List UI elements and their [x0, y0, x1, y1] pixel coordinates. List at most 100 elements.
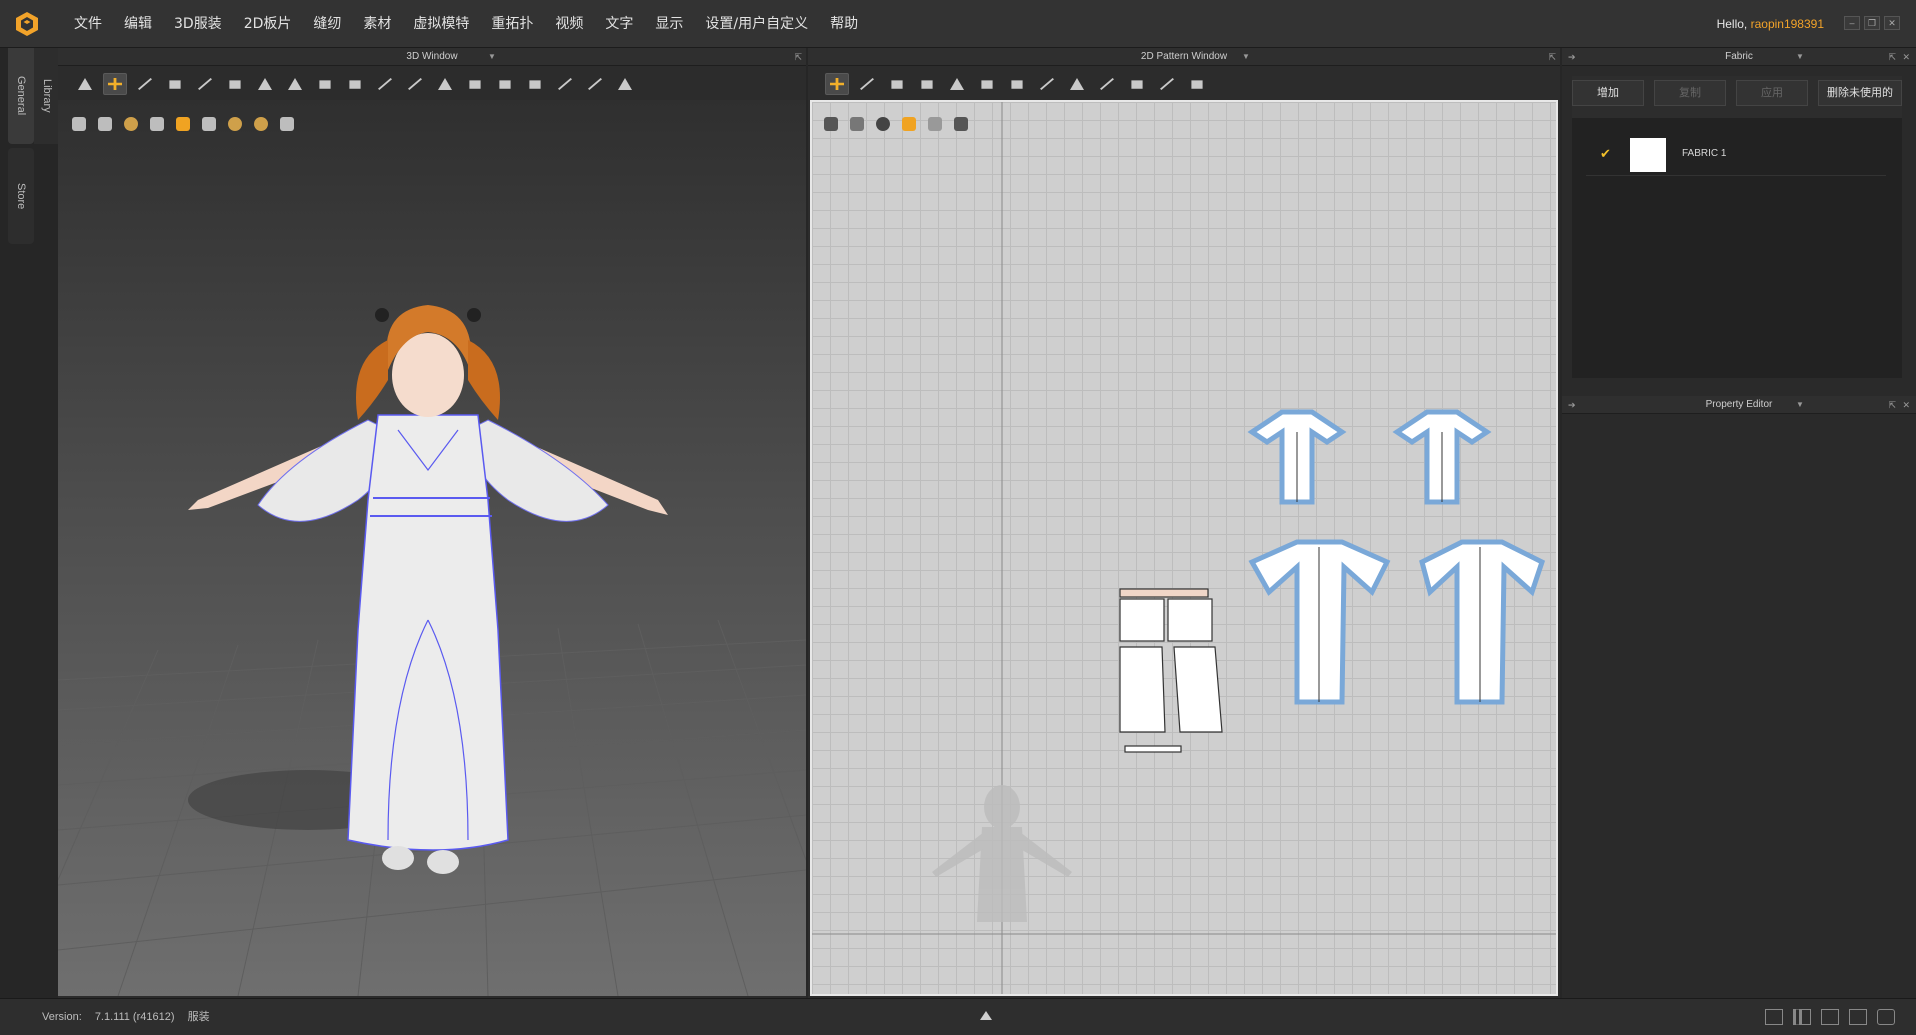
- 3d-viewport[interactable]: [58, 100, 806, 996]
- 2d-window-header: 2D Pattern Window ▼ ⇱: [808, 48, 1560, 66]
- menu-avatar[interactable]: 虚拟模特: [402, 0, 480, 48]
- arrangement-tool-icon[interactable]: [223, 73, 247, 95]
- chevron-down-icon[interactable]: ▼: [1242, 48, 1250, 66]
- add-fabric-button[interactable]: 增加: [1572, 80, 1644, 106]
- 2d-pattern-viewport[interactable]: [810, 100, 1558, 996]
- menu-3d-garment[interactable]: 3D服装: [163, 0, 233, 48]
- select-mesh-tool-icon[interactable]: [133, 73, 157, 95]
- graphic-tool-icon[interactable]: [523, 73, 547, 95]
- transform-pattern-icon[interactable]: [855, 73, 879, 95]
- menu-video[interactable]: 视频: [544, 0, 594, 48]
- fabric-name: FABRIC 1: [1682, 148, 1727, 159]
- version-info: Version: 7.1.111 (r41612) 服装: [42, 999, 220, 1035]
- version-number: 7.1.111 (r41612): [94, 1011, 175, 1023]
- tape-tool-icon[interactable]: [493, 73, 517, 95]
- menu-retopology[interactable]: 重拓扑: [480, 0, 544, 48]
- internal-polygon-icon[interactable]: [975, 73, 999, 95]
- username[interactable]: raopin198391: [1751, 17, 1824, 31]
- tack-tool-icon[interactable]: [253, 73, 277, 95]
- chevron-down-icon[interactable]: ▼: [1796, 396, 1804, 414]
- tab-library[interactable]: Library: [34, 48, 60, 144]
- menu-file[interactable]: 文件: [63, 0, 113, 48]
- undock-icon[interactable]: ⇱: [1888, 396, 1896, 414]
- free-sewing-2d-icon[interactable]: [1095, 73, 1119, 95]
- rectangle-tool-icon[interactable]: [915, 73, 939, 95]
- expand-up-icon[interactable]: [980, 1011, 992, 1020]
- trace-tool-icon[interactable]: [1035, 73, 1059, 95]
- sewing-2d-icon[interactable]: [1065, 73, 1089, 95]
- arrow-right-icon[interactable]: ➔: [1568, 48, 1576, 66]
- measure-tool-icon[interactable]: [373, 73, 397, 95]
- close-icon[interactable]: ✕: [1902, 396, 1910, 414]
- undock-icon[interactable]: ⇱: [794, 48, 802, 66]
- single-view-icon[interactable]: [1765, 1009, 1783, 1025]
- property-editor-panel: [1562, 418, 1916, 998]
- fabric-header: ➔ Fabric ▼ ⇱ ✕: [1562, 48, 1916, 66]
- user-greeting[interactable]: Hello, raopin198391: [1717, 0, 1824, 48]
- 2d-toolbar: [822, 68, 1212, 100]
- menu-display[interactable]: 显示: [644, 0, 694, 48]
- fabric-title: Fabric: [1725, 51, 1753, 62]
- polygon-tool-icon[interactable]: [885, 73, 909, 95]
- 2d-pattern-window-panel: 2D Pattern Window ▼ ⇱: [808, 48, 1560, 998]
- 3d-window-header: 3D Window ▼ ⇱: [58, 48, 806, 66]
- menu-2d-pattern[interactable]: 2D板片: [233, 0, 303, 48]
- tab-general[interactable]: General: [8, 48, 34, 144]
- split-view-icon[interactable]: [1793, 1009, 1811, 1025]
- fabric-list: ✔ FABRIC 1: [1572, 118, 1902, 378]
- menu-text[interactable]: 文字: [594, 0, 644, 48]
- line-tool-icon[interactable]: [193, 73, 217, 95]
- pleat-2d-icon[interactable]: [1125, 73, 1149, 95]
- shirt-tool-icon[interactable]: [1185, 73, 1209, 95]
- custom-view-icon[interactable]: [1877, 1009, 1895, 1025]
- transform-tool-icon[interactable]: [103, 73, 127, 95]
- delete-unused-button[interactable]: 删除未使用的: [1818, 80, 1902, 106]
- fold-tool-icon[interactable]: [163, 73, 187, 95]
- topstitch-tool-icon[interactable]: [553, 73, 577, 95]
- 2d-window-title: 2D Pattern Window: [1140, 51, 1228, 62]
- menu-help[interactable]: 帮助: [819, 0, 869, 48]
- free-sewing-icon[interactable]: [343, 73, 367, 95]
- zipper-tool-icon[interactable]: [463, 73, 487, 95]
- mode-label: 服装: [187, 1011, 210, 1023]
- pattern-pieces-large[interactable]: [1247, 409, 1546, 705]
- tab-store[interactable]: Store: [8, 148, 34, 244]
- button-tool-icon[interactable]: [433, 73, 457, 95]
- 3d-scene: [58, 305, 806, 996]
- edit-pattern-tool-icon[interactable]: [825, 73, 849, 95]
- menu-sewing[interactable]: 缝纫: [302, 0, 352, 48]
- puckering-tool-icon[interactable]: [583, 73, 607, 95]
- apply-fabric-button[interactable]: 应用: [1736, 80, 1808, 106]
- segment-sewing-icon[interactable]: [313, 73, 337, 95]
- minimize-button[interactable]: –: [1844, 16, 1860, 30]
- menu-settings[interactable]: 设置/用户自定义: [694, 0, 819, 48]
- app-logo-icon[interactable]: [13, 10, 41, 38]
- list-item[interactable]: ✔ FABRIC 1: [1586, 134, 1886, 176]
- dart-tool-icon[interactable]: [1005, 73, 1029, 95]
- pin-tool-icon[interactable]: [283, 73, 307, 95]
- version-label: Version:: [42, 1011, 82, 1023]
- undock-icon[interactable]: ⇱: [1548, 48, 1556, 66]
- copy-fabric-button[interactable]: 复制: [1654, 80, 1726, 106]
- chevron-down-icon[interactable]: ▼: [1796, 48, 1804, 66]
- ruler-2d-icon[interactable]: [1155, 73, 1179, 95]
- close-icon[interactable]: ✕: [1902, 48, 1910, 66]
- restore-button[interactable]: ❐: [1864, 16, 1880, 30]
- pleat-tool-icon[interactable]: [403, 73, 427, 95]
- quad-view-icon[interactable]: [1849, 1009, 1867, 1025]
- 3d-window-panel: 3D Window ▼ ⇱: [58, 48, 806, 998]
- avatar-tool-icon[interactable]: [613, 73, 637, 95]
- menu-materials[interactable]: 素材: [352, 0, 402, 48]
- status-bar: Version: 7.1.111 (r41612) 服装: [0, 998, 1916, 1035]
- side-tab-bar: General Library Store: [0, 48, 60, 998]
- close-button[interactable]: ✕: [1884, 16, 1900, 30]
- fabric-swatch[interactable]: [1630, 138, 1666, 172]
- add-point-icon[interactable]: [945, 73, 969, 95]
- undock-icon[interactable]: ⇱: [1888, 48, 1896, 66]
- select-move-tool-icon[interactable]: [73, 73, 97, 95]
- chevron-down-icon[interactable]: ▼: [488, 48, 496, 66]
- pattern-pieces-small[interactable]: [1119, 588, 1223, 753]
- menu-edit[interactable]: 编辑: [113, 0, 163, 48]
- triple-view-icon[interactable]: [1821, 1009, 1839, 1025]
- arrow-right-icon[interactable]: ➔: [1568, 396, 1576, 414]
